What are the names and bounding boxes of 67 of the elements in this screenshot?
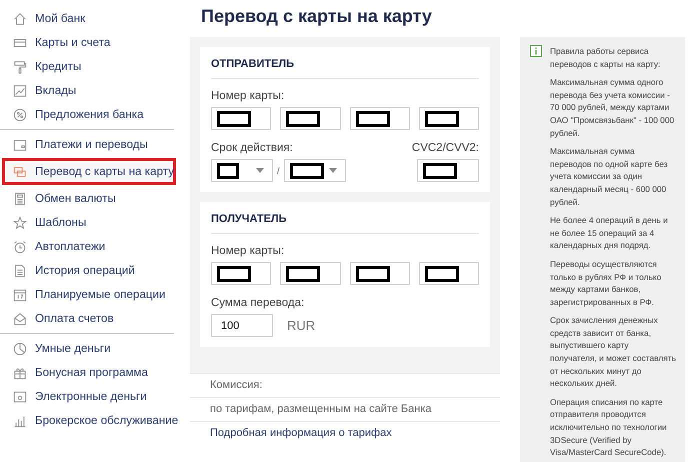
sidebar-item[interactable]: История операций [2,260,176,281]
card-number-field[interactable] [211,262,272,285]
commission-label: Комиссия: [190,373,500,397]
sidebar-item[interactable]: Бонусная программа [2,362,176,383]
rule-text: Максимальная сумма переводов по одной карте без учета комиссии за один календарный месяц - 600 000 рублей. [550,145,669,208]
sidebar-item[interactable]: Кредиты [2,56,176,77]
cvc-field[interactable] [417,159,479,182]
page-title: Перевод с карты на карту [200,5,433,28]
field-label: Срок действия: [211,142,293,154]
screen-icon [13,390,27,404]
section-title: ОТПРАВИТЕЛЬ [211,47,479,79]
calculator-icon [13,192,27,206]
envelope-icon [13,312,27,326]
bar-chart-icon [13,414,27,428]
wallet-icon [13,138,27,152]
sidebar-item[interactable]: Карты и счета [2,32,176,53]
amount-field[interactable]: 100 [211,314,273,337]
info-title: Правила работы сервиса переводов с карты на карту: [550,45,662,70]
rule-text: Не более 4 операций в день и не более 15 операций за 4 календарных дня подряд. [550,214,669,252]
sidebar-item[interactable]: Оплата счетов [2,308,176,329]
alarm-clock-icon [13,240,27,254]
star-icon [13,216,27,230]
rule-text: Максимальная сумма одного перевода без учета комиссии - 70 000 рублей, между картами ОАО "Промсвязьбанк" - 100 000 рублей. [550,76,676,140]
card-number-field[interactable] [418,262,479,285]
sidebar-item[interactable]: Электронные деньги [2,386,176,407]
line-chart-icon [13,84,27,98]
currency-label: RUR [287,318,316,333]
commission-text: по тарифам, размещенным на сайте Банка [190,397,500,421]
card-number-field[interactable] [350,262,410,285]
card-number-field[interactable] [280,262,340,285]
field-label: CVC2/CVV2: [412,142,479,154]
house-icon [13,12,27,26]
document-icon [13,264,27,278]
caret-icon [328,168,337,173]
sidebar-item[interactable]: Брокерское обслуживание [2,410,176,431]
field-label: Номер карты: [211,90,286,102]
date-separator: / [277,166,280,176]
pie-chart-icon [13,342,27,356]
gift-icon [13,366,27,380]
card-number-field[interactable] [350,107,410,130]
card-number-field[interactable] [418,107,479,130]
caret-icon [256,168,264,173]
month-select[interactable] [211,159,273,182]
year-select[interactable] [284,159,346,182]
rule-text: Срок зачисления денежных средств зависит от банка, выпустившего карту получателя, и может составлять от нескольких минут до нескольких дней. [550,314,677,390]
field-label: Номер карты: [211,245,286,257]
sidebar-item[interactable]: Шаблоны [2,212,176,233]
rule-text: Переводы осуществляются только в рублях РФ и только между картами банков, зарегистрированных в РФ. [550,258,662,308]
sidebar-item[interactable]: Предложения банка [2,104,176,125]
rule-text: Операция списания по карте отправителя проводится исключительно по технологии 3DSecure (Verified by Visa/MasterCard SecureCode). [550,396,668,459]
card-number-field[interactable] [211,107,272,130]
sidebar-item[interactable]: Обмен валюты [2,188,176,209]
paint-roller-icon [13,60,27,74]
sidebar-item[interactable]: Автоплатежи [2,236,176,257]
percent-icon [13,108,27,122]
calendar-icon [13,288,27,302]
sidebar-item[interactable]: Платежи и переводы [2,134,176,155]
section-title: ПОЛУЧАТЕЛЬ [211,202,479,234]
info-icon [530,45,542,57]
tariffs-link[interactable]: Подробная информация о тарифах [210,427,392,439]
field-label: Сумма перевода: [211,297,306,309]
card-number-field[interactable] [280,107,340,130]
cards-icon [13,164,27,178]
sidebar-item[interactable]: Мой банк [2,8,176,29]
sidebar-item[interactable]: Планируемые операции [2,284,176,305]
sidebar-item[interactable]: Умные деньги [2,338,176,359]
sidebar-item[interactable]: Вклады [2,80,176,101]
